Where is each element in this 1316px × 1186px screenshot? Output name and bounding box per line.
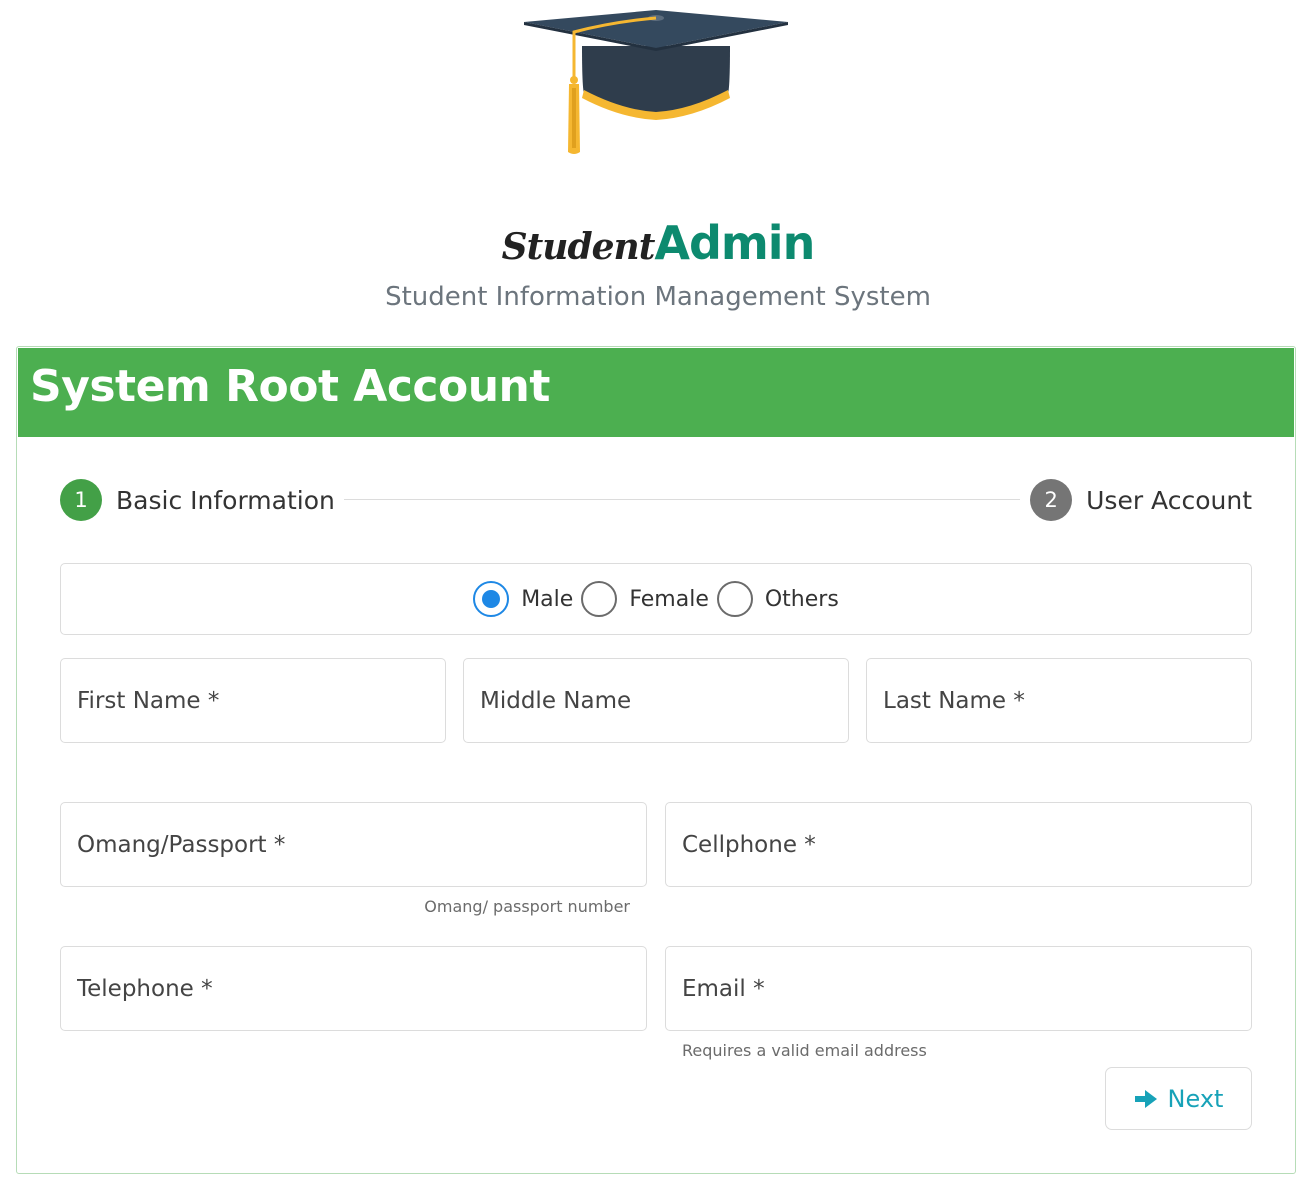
radio-selected-dot — [482, 590, 501, 608]
step-number-badge: 2 — [1030, 479, 1073, 521]
last-name-field[interactable] — [866, 658, 1252, 743]
root-account-card: System Root Account — [16, 346, 1296, 1174]
next-button-label: Next — [1167, 1084, 1224, 1113]
graduation-cap-icon — [524, 10, 788, 154]
last-name-input[interactable] — [883, 687, 1251, 714]
gender-radio-group: Male Female Others — [60, 563, 1252, 635]
telephone-input[interactable] — [77, 975, 646, 1002]
arrow-right-icon — [1134, 1089, 1157, 1108]
step-label: Basic Information — [116, 485, 335, 515]
step-number-badge: 1 — [60, 479, 102, 521]
brand-admin-text: Admin — [654, 216, 815, 270]
step-user-account[interactable]: 2 User Account — [1030, 478, 1252, 522]
brand-student-text: Student — [501, 226, 656, 268]
first-name-field[interactable] — [60, 658, 446, 743]
passport-field[interactable] — [60, 802, 647, 887]
radio-female[interactable]: Female — [581, 581, 709, 617]
middle-name-field[interactable] — [463, 658, 849, 743]
middle-name-input[interactable] — [480, 687, 848, 714]
app-tagline: Student Information Management System — [385, 282, 931, 312]
brand-logo-text: StudentAdmin — [0, 216, 1316, 270]
telephone-field[interactable] — [60, 946, 647, 1031]
cellphone-field[interactable] — [665, 802, 1252, 887]
radio-button[interactable] — [716, 581, 753, 617]
card-title: System Root Account — [30, 361, 550, 412]
next-button[interactable]: Next — [1105, 1067, 1252, 1130]
first-name-input[interactable] — [77, 687, 445, 714]
radio-label-female[interactable]: Female — [629, 587, 709, 612]
step-label: User Account — [1086, 485, 1252, 515]
card-header: System Root Account — [18, 348, 1294, 437]
radio-button[interactable] — [581, 581, 618, 617]
passport-hint: Omang/ passport number — [424, 897, 630, 916]
email-field[interactable] — [665, 946, 1252, 1031]
radio-label-male[interactable]: Male — [521, 587, 573, 612]
passport-input[interactable] — [77, 831, 646, 858]
stepper-divider — [344, 499, 1020, 500]
email-input[interactable] — [682, 975, 1251, 1002]
radio-male[interactable]: Male — [473, 581, 573, 617]
radio-others[interactable]: Others — [716, 581, 839, 617]
step-basic-information[interactable]: 1 Basic Information — [60, 478, 335, 522]
radio-label-others[interactable]: Others — [765, 587, 839, 612]
radio-button[interactable] — [473, 581, 510, 617]
cellphone-input[interactable] — [682, 831, 1251, 858]
email-hint: Requires a valid email address — [682, 1041, 927, 1060]
